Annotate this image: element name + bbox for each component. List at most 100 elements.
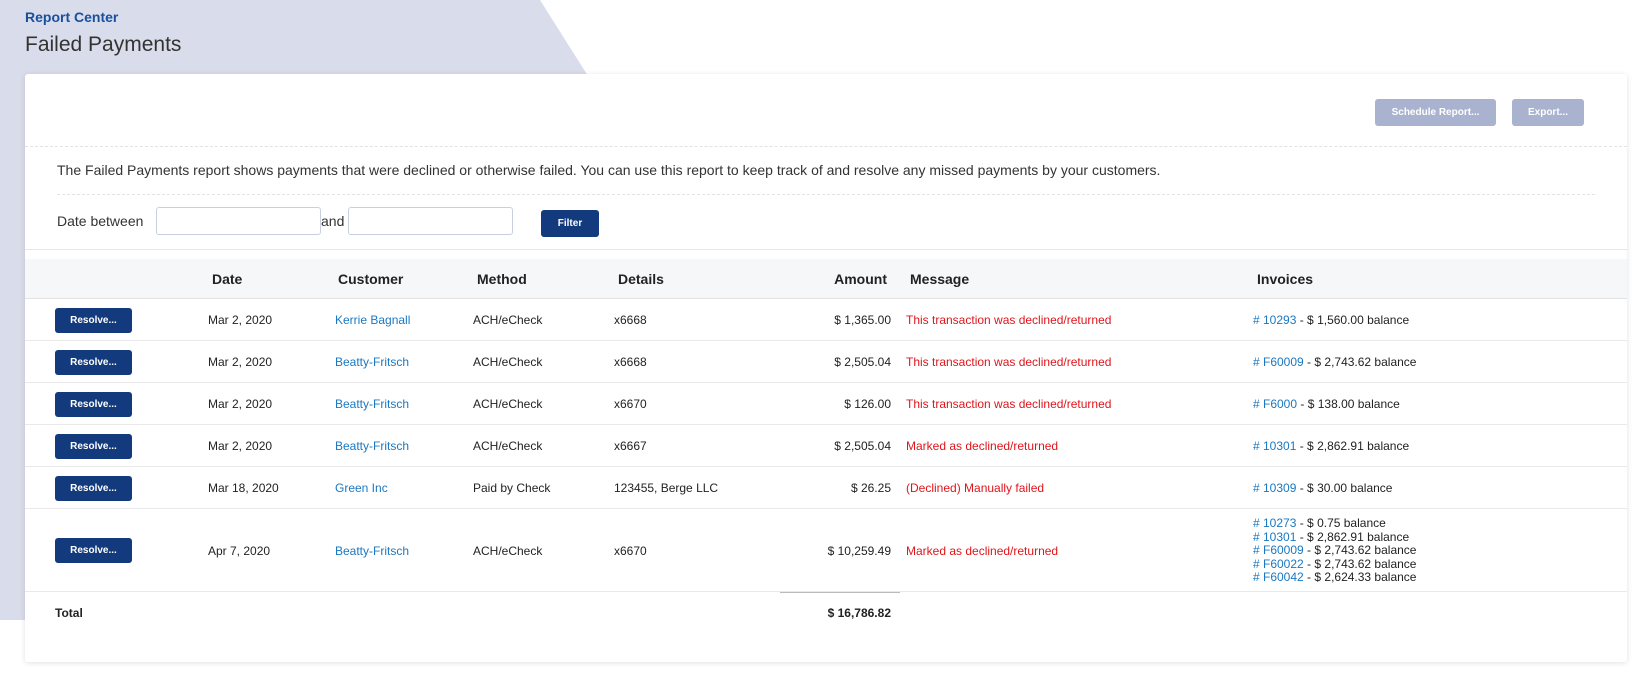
customer-link[interactable]: Kerrie Bagnall xyxy=(335,313,410,327)
cell-amount: $ 1,365.00 xyxy=(834,313,891,327)
total-divider xyxy=(780,592,900,593)
cell-details: x6668 xyxy=(614,313,647,327)
invoice-entry: # 10293 - $ 1,560.00 balance xyxy=(1253,313,1409,327)
report-description: The Failed Payments report shows payment… xyxy=(57,147,1595,195)
cell-message: This transaction was declined/returned xyxy=(906,313,1112,327)
invoice-balance: - $ 2,624.33 balance xyxy=(1303,570,1417,584)
cell-method: ACH/eCheck xyxy=(473,544,543,558)
invoice-link[interactable]: # F6000 xyxy=(1253,397,1297,411)
customer-link[interactable]: Beatty-Fritsch xyxy=(335,355,409,369)
header-invoices[interactable]: Invoices xyxy=(1257,271,1313,287)
header-amount[interactable]: Amount xyxy=(771,271,887,287)
table-row: Resolve... Mar 2, 2020 Beatty-Fritsch ACH/e… xyxy=(25,425,1627,467)
header-message[interactable]: Message xyxy=(910,271,969,287)
cell-message: (Declined) Manually failed xyxy=(906,481,1045,495)
header-date[interactable]: Date xyxy=(212,271,242,287)
cell-date: Mar 2, 2020 xyxy=(208,355,273,369)
page-title: Failed Payments xyxy=(25,33,182,56)
invoice-link[interactable]: # 10301 xyxy=(1253,439,1296,453)
table-row: Resolve... Mar 2, 2020 Beatty-Fritsch ACH/e… xyxy=(25,383,1627,425)
cell-date: Mar 18, 2020 xyxy=(208,481,279,495)
filter-button[interactable]: Filter xyxy=(541,210,599,237)
invoice-entry: # F60009 - $ 2,743.62 balance xyxy=(1253,355,1416,369)
cell-method: Paid by Check xyxy=(473,481,551,495)
resolve-button[interactable]: Resolve... xyxy=(55,538,132,563)
cell-details: x6670 xyxy=(614,397,647,411)
invoice-entry: # 10301 - $ 2,862.91 balance xyxy=(1253,529,1416,545)
cell-amount: $ 2,505.04 xyxy=(834,439,891,453)
invoice-entry: # 10301 - $ 2,862.91 balance xyxy=(1253,439,1409,453)
invoice-balance: - $ 2,743.62 balance xyxy=(1303,556,1417,571)
failed-payments-table: Date Customer Method Details Amount Mess… xyxy=(25,259,1627,632)
invoice-entry: # F6000 - $ 138.00 balance xyxy=(1253,397,1400,411)
cell-date: Mar 2, 2020 xyxy=(208,313,273,327)
cell-date: Mar 2, 2020 xyxy=(208,439,273,453)
invoice-link[interactable]: # 10309 xyxy=(1253,481,1296,495)
invoice-balance: - $ 30.00 balance xyxy=(1296,481,1393,495)
cell-date: Mar 2, 2020 xyxy=(208,397,273,411)
toolbar: Schedule Report... Export... xyxy=(25,74,1627,147)
invoice-balance: - $ 2,862.91 balance xyxy=(1296,529,1410,544)
cell-details: x6670 xyxy=(614,544,647,558)
header-customer[interactable]: Customer xyxy=(338,271,403,287)
invoice-link[interactable]: # F60042 xyxy=(1253,570,1304,584)
invoice-link[interactable]: # F60009 xyxy=(1253,543,1304,557)
invoice-link[interactable]: # 10273 xyxy=(1253,516,1296,530)
invoice-balance: - $ 2,862.91 balance xyxy=(1296,439,1410,453)
resolve-button[interactable]: Resolve... xyxy=(55,350,132,375)
table-row: Resolve... Mar 2, 2020 Kerrie Bagnall ACH/e… xyxy=(25,299,1627,341)
total-label: Total xyxy=(55,606,83,620)
total-amount: $ 16,786.82 xyxy=(827,606,891,620)
invoice-balance: - $ 2,743.62 balance xyxy=(1303,543,1417,557)
table-row: Resolve... Mar 2, 2020 Beatty-Fritsch ACH/e… xyxy=(25,341,1627,383)
cell-details: x6667 xyxy=(614,439,647,453)
header-details[interactable]: Details xyxy=(618,271,664,287)
schedule-report-button[interactable]: Schedule Report... xyxy=(1375,99,1496,126)
date-from-input[interactable] xyxy=(156,207,321,235)
cell-message: This transaction was declined/returned xyxy=(906,397,1112,411)
cell-method: ACH/eCheck xyxy=(473,355,543,369)
invoice-link[interactable]: # F60009 xyxy=(1253,355,1304,369)
cell-amount: $ 126.00 xyxy=(844,397,891,411)
invoice-link[interactable]: # F60022 xyxy=(1253,557,1304,571)
breadcrumb[interactable]: Report Center xyxy=(25,9,181,25)
customer-link[interactable]: Beatty-Fritsch xyxy=(335,544,409,558)
report-card: Schedule Report... Export... The Failed … xyxy=(25,74,1627,662)
table-row: Resolve... Mar 18, 2020 Green Inc Paid by C… xyxy=(25,467,1627,509)
customer-link[interactable]: Beatty-Fritsch xyxy=(335,397,409,411)
date-filter: Date between and Filter xyxy=(25,195,1627,250)
cell-message: Marked as declined/returned xyxy=(906,439,1059,453)
cell-method: ACH/eCheck xyxy=(473,439,543,453)
filter-label: Date between xyxy=(57,213,144,229)
cell-details: 123455, Berge LLC xyxy=(614,481,719,495)
invoice-link[interactable]: # 10293 xyxy=(1253,313,1296,327)
header-method[interactable]: Method xyxy=(477,271,527,287)
table-header: Date Customer Method Details Amount Mess… xyxy=(25,259,1627,299)
export-button[interactable]: Export... xyxy=(1512,99,1584,126)
invoice-entry: # F60022 - $ 2,743.62 balance xyxy=(1253,556,1417,572)
cell-amount: $ 10,259.49 xyxy=(827,544,891,558)
filter-and-label: and xyxy=(321,213,345,229)
resolve-button[interactable]: Resolve... xyxy=(55,476,132,501)
total-row: Total $ 16,786.82 xyxy=(25,592,1627,632)
cell-method: ACH/eCheck xyxy=(473,313,543,327)
cell-amount: $ 2,505.04 xyxy=(834,355,891,369)
resolve-button[interactable]: Resolve... xyxy=(55,392,132,417)
invoice-entry: # F60009 - $ 2,743.62 balance xyxy=(1253,543,1417,558)
page-header: Report Center Failed Payments xyxy=(25,9,181,57)
invoice-balance: - $ 1,560.00 balance xyxy=(1296,313,1410,327)
resolve-button[interactable]: Resolve... xyxy=(55,434,132,459)
cell-date: Apr 7, 2020 xyxy=(208,544,271,558)
resolve-button[interactable]: Resolve... xyxy=(55,308,132,333)
invoice-list: # 10273 - $ 0.75 balance # 10301 - $ 2,86… xyxy=(1253,516,1417,585)
date-to-input[interactable] xyxy=(348,207,513,235)
customer-link[interactable]: Beatty-Fritsch xyxy=(335,439,409,453)
cell-message: Marked as declined/returned xyxy=(906,544,1059,558)
invoice-entry: # 10273 - $ 0.75 balance xyxy=(1253,516,1416,531)
cell-method: ACH/eCheck xyxy=(473,397,543,411)
invoice-balance: - $ 138.00 balance xyxy=(1297,397,1400,411)
cell-message: This transaction was declined/returned xyxy=(906,355,1112,369)
cell-amount: $ 26.25 xyxy=(850,481,891,495)
customer-link[interactable]: Green Inc xyxy=(335,481,388,495)
invoice-link[interactable]: # 10301 xyxy=(1253,530,1296,544)
